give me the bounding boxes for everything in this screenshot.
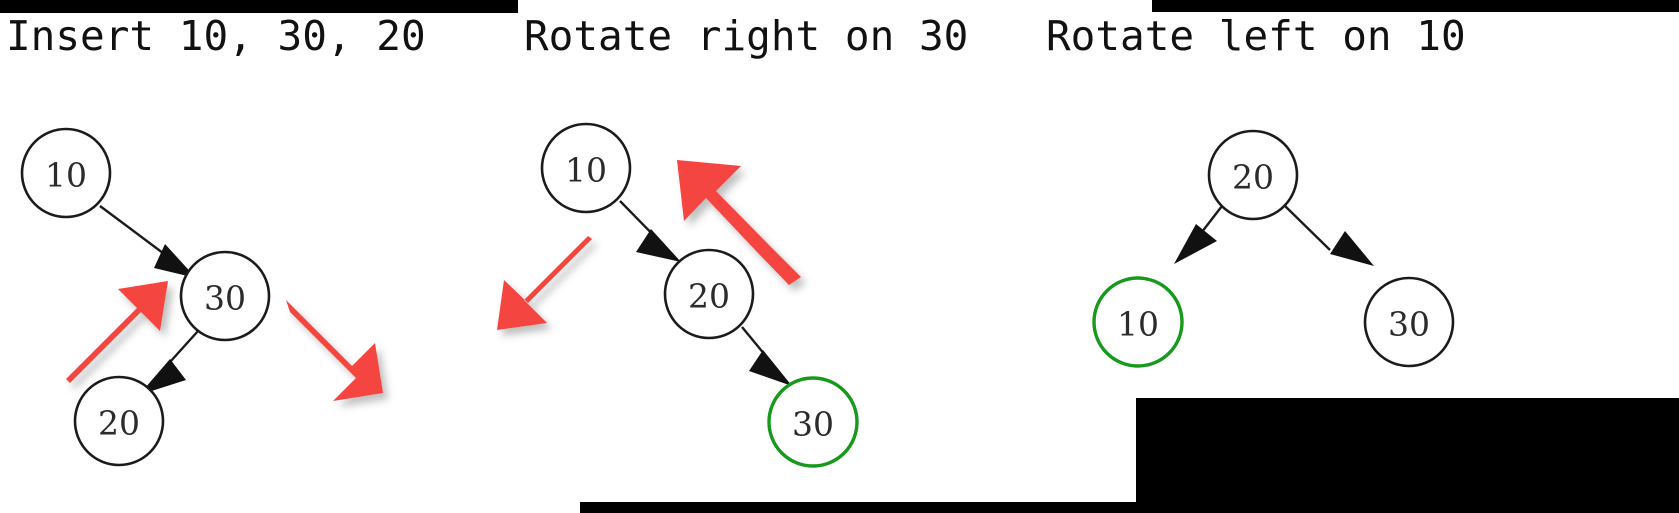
- tree-node-30: 30: [1363, 276, 1455, 368]
- tree-node-20: 20: [663, 248, 755, 340]
- tree-node-10-label: 10: [565, 151, 607, 190]
- red-arrow-down-right: [286, 300, 383, 401]
- tree-node-30-label: 30: [792, 405, 834, 444]
- tree-node-20-label: 20: [1232, 158, 1274, 197]
- tree-node-30: 30: [179, 250, 271, 342]
- tree-node-10-label: 10: [1117, 305, 1159, 344]
- occlusion-bar-panel-three: [1136, 398, 1679, 502]
- tree-node-10-highlighted: 10: [1092, 276, 1184, 368]
- tree-node-10-label: 10: [45, 156, 87, 195]
- occlusion-bar-top-right: [1152, 0, 1679, 12]
- edge-20-to-30: [741, 326, 792, 386]
- tree-node-10: 10: [20, 127, 112, 219]
- red-arrow-up-left: [677, 160, 801, 285]
- edge-20-to-30: [1284, 205, 1374, 266]
- tree-node-30-highlighted: 30: [767, 376, 859, 468]
- tree-node-20-label: 20: [98, 404, 140, 443]
- edge-10-to-20: [619, 200, 681, 262]
- tree-node-30-label: 30: [204, 279, 246, 318]
- red-arrow-down-left: [497, 236, 592, 330]
- edge-10-to-30: [99, 205, 196, 278]
- panel-title-rotate-right: Rotate right on 30: [524, 12, 969, 60]
- occlusion-bar-bottom: [580, 502, 1679, 513]
- tree-node-30-label: 30: [1388, 305, 1430, 344]
- red-arrow-up-right: [66, 281, 168, 383]
- figure-canvas: Insert 10, 30, 20 Rotate right on 30 Rot…: [0, 0, 1679, 513]
- occlusion-bar-top-left: [0, 0, 518, 13]
- tree-node-20-label: 20: [688, 277, 730, 316]
- tree-node-20: 20: [1207, 129, 1299, 221]
- edge-30-to-20: [139, 330, 199, 395]
- tree-node-20: 20: [73, 375, 165, 467]
- panel-title-rotate-left: Rotate left on 10: [1046, 12, 1466, 60]
- edge-20-to-10: [1174, 205, 1223, 264]
- panel-title-insert: Insert 10, 30, 20: [6, 12, 426, 60]
- tree-node-10: 10: [540, 122, 632, 214]
